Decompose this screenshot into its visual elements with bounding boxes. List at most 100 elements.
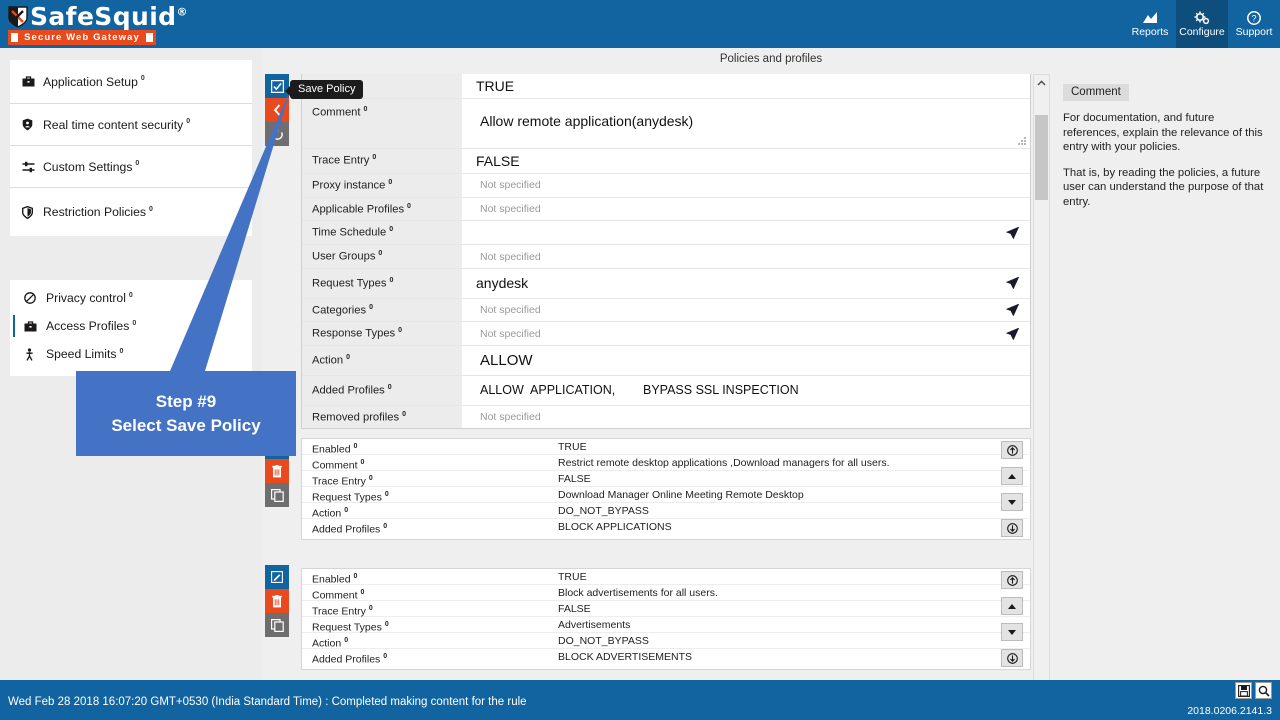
field-value-proxy-instance[interactable]: Not specified <box>462 174 1030 197</box>
field-value-trace-entry[interactable]: FALSE <box>462 149 1030 173</box>
edit-button[interactable] <box>265 565 289 589</box>
copy-button[interactable] <box>265 483 289 507</box>
field-value-request-types[interactable]: anydesk <box>462 268 994 298</box>
copy-button[interactable] <box>265 613 289 637</box>
field-value-user-groups[interactable]: Not specified <box>462 245 994 268</box>
field-value-enabled[interactable]: TRUE <box>462 74 1030 98</box>
search-button[interactable] <box>1255 682 1272 699</box>
delete-button[interactable] <box>265 459 289 483</box>
field-value: DO_NOT_BYPASS <box>558 635 649 647</box>
sidebar-item-real-time-content-security[interactable]: Real time content security 0 <box>10 104 252 146</box>
field-value-removed-profiles[interactable]: Not specified <box>462 405 1030 429</box>
briefcase-icon <box>24 320 37 332</box>
policy-row-card[interactable]: Enabled 0 TRUE Comment 0 Block advertisement… <box>301 568 1031 670</box>
scroll-up-button[interactable] <box>1034 75 1049 90</box>
page-title: Policies and profiles <box>262 48 1280 70</box>
field-value-time-schedule[interactable] <box>462 221 994 245</box>
sidebar-item-application-setup[interactable]: Application Setup 0 <box>10 60 252 104</box>
main-panel: Policies and profiles Save Policy TRUE C… <box>262 48 1280 692</box>
field-label: Action 0 <box>302 346 462 375</box>
field-label: Request Types 0 <box>302 268 462 298</box>
apply-button[interactable] <box>994 245 1030 268</box>
app-header: SafeSquid® Secure Web Gateway Reports Co… <box>0 0 1280 48</box>
magnifier-icon <box>1258 685 1270 697</box>
policy-field-row: Action 0 DO_NOT_BYPASS <box>302 633 1030 650</box>
field-label: Added Profiles 0 <box>312 523 388 536</box>
field-label: Comment 0 <box>302 99 462 148</box>
move-up-button[interactable] <box>1001 597 1023 615</box>
caret-down-icon <box>1008 499 1016 505</box>
move-bottom-icon <box>1006 652 1018 664</box>
help-icon: ? <box>1247 10 1261 25</box>
brand-tagline: Secure Web Gateway <box>8 30 156 45</box>
field-value-categories[interactable]: Not specified <box>462 298 994 322</box>
apply-button[interactable] <box>994 322 1030 346</box>
nav-item-support[interactable]: ? Support <box>1228 0 1280 48</box>
sidebar-label: Real time content security 0 <box>43 117 191 132</box>
move-up-button[interactable] <box>1001 467 1023 485</box>
field-label: Request Types 0 <box>312 621 389 634</box>
move-top-button[interactable] <box>1001 441 1023 459</box>
field-row-user-groups: User Groups 0 Not specified <box>302 245 1030 269</box>
field-row-request-types: Request Types 0 anydesk <box>302 268 1030 299</box>
scrollbar-thumb[interactable] <box>1035 115 1048 200</box>
reports-icon <box>1142 10 1158 25</box>
sidebar-item-restriction-policies[interactable]: Restriction Policies 0 <box>10 188 252 236</box>
policy-editor-card: TRUE Comment 0 Allow remote application(a… <box>301 74 1031 430</box>
move-bottom-button[interactable] <box>1001 649 1023 667</box>
apply-button[interactable] <box>994 268 1030 298</box>
back-button[interactable] <box>265 98 289 122</box>
field-row-applicable-profiles: Applicable Profiles 0 Not specified <box>302 197 1030 222</box>
apply-button[interactable] <box>994 298 1030 322</box>
safesquid-app: SafeSquid® Secure Web Gateway Reports Co… <box>0 0 1280 720</box>
nav-item-configure[interactable]: Configure <box>1176 0 1228 48</box>
policy-field-row: Trace Entry 0 FALSE <box>302 601 1030 618</box>
callout-line-2: Select Save Policy <box>111 415 261 435</box>
chevron-left-icon <box>273 104 281 116</box>
field-value-response-types[interactable]: Not specified <box>462 322 994 346</box>
field-label: Enabled 0 <box>312 443 358 456</box>
policy-row-card[interactable]: Enabled 0 TRUE Comment 0 Restrict remote des… <box>301 438 1031 540</box>
save-config-button[interactable] <box>1235 682 1252 699</box>
move-top-icon <box>1006 574 1018 586</box>
move-down-button[interactable] <box>1001 623 1023 641</box>
move-bottom-button[interactable] <box>1001 519 1023 537</box>
shield-icon <box>22 205 35 219</box>
field-row-added-profiles: Added Profiles 0 ALLOW APPLICATION, BYPAS… <box>302 375 1030 406</box>
field-row-action: Action 0 ALLOW <box>302 346 1030 376</box>
apply-button[interactable] <box>994 221 1030 245</box>
main-scrollbar[interactable] <box>1033 74 1050 692</box>
move-top-button[interactable] <box>1001 571 1023 589</box>
help-panel: Comment For documentation, and future re… <box>1051 74 1280 680</box>
field-label: Trace Entry 0 <box>312 605 373 618</box>
caret-down-icon <box>1008 629 1016 635</box>
field-label: Enabled 0 <box>312 573 358 586</box>
callout-line-1: Step #9 <box>155 391 217 411</box>
move-down-button[interactable] <box>1001 493 1023 511</box>
resize-grip-icon[interactable] <box>1016 135 1027 146</box>
sidebar-item-privacy-control[interactable]: Privacy control 0 <box>10 284 252 312</box>
field-label: Comment 0 <box>312 589 365 602</box>
field-label: Added Profiles 0 <box>312 653 388 666</box>
policy-field-row: Added Profiles 0 BLOCK APPLICATIONS <box>302 519 1030 536</box>
sidebar-item-access-profiles[interactable]: Access Profiles 0 <box>10 312 252 340</box>
field-value-action[interactable]: ALLOW <box>462 346 1030 375</box>
sidebar-item-custom-settings[interactable]: Custom Settings 0 <box>10 146 252 188</box>
reset-button[interactable] <box>265 122 289 146</box>
caret-up-icon <box>1008 473 1016 479</box>
field-label: Trace Entry 0 <box>302 149 462 173</box>
left-sidebar: Application Setup 0 Real time content sec… <box>0 48 262 680</box>
field-value: TRUE <box>558 441 587 453</box>
checkbox-icon <box>270 79 284 93</box>
delete-button[interactable] <box>265 589 289 613</box>
field-value-applicable-profiles[interactable]: Not specified <box>462 197 1030 221</box>
trash-icon <box>272 594 282 607</box>
field-row-removed-profiles: Removed profiles 0 Not specified <box>302 405 1030 429</box>
nav-item-reports[interactable]: Reports <box>1124 0 1176 48</box>
comment-textarea[interactable]: Allow remote application(anydesk) <box>462 99 1030 148</box>
field-value-added-profiles[interactable]: ALLOW APPLICATION, BYPASS SSL INSPECTION <box>462 375 1030 405</box>
field-row-proxy-instance: Proxy instance 0 Not specified <box>302 174 1030 198</box>
refresh-icon <box>271 127 283 140</box>
move-top-icon <box>1006 444 1018 456</box>
sidebar-item-speed-limits[interactable]: Speed Limits 0 <box>10 340 252 368</box>
